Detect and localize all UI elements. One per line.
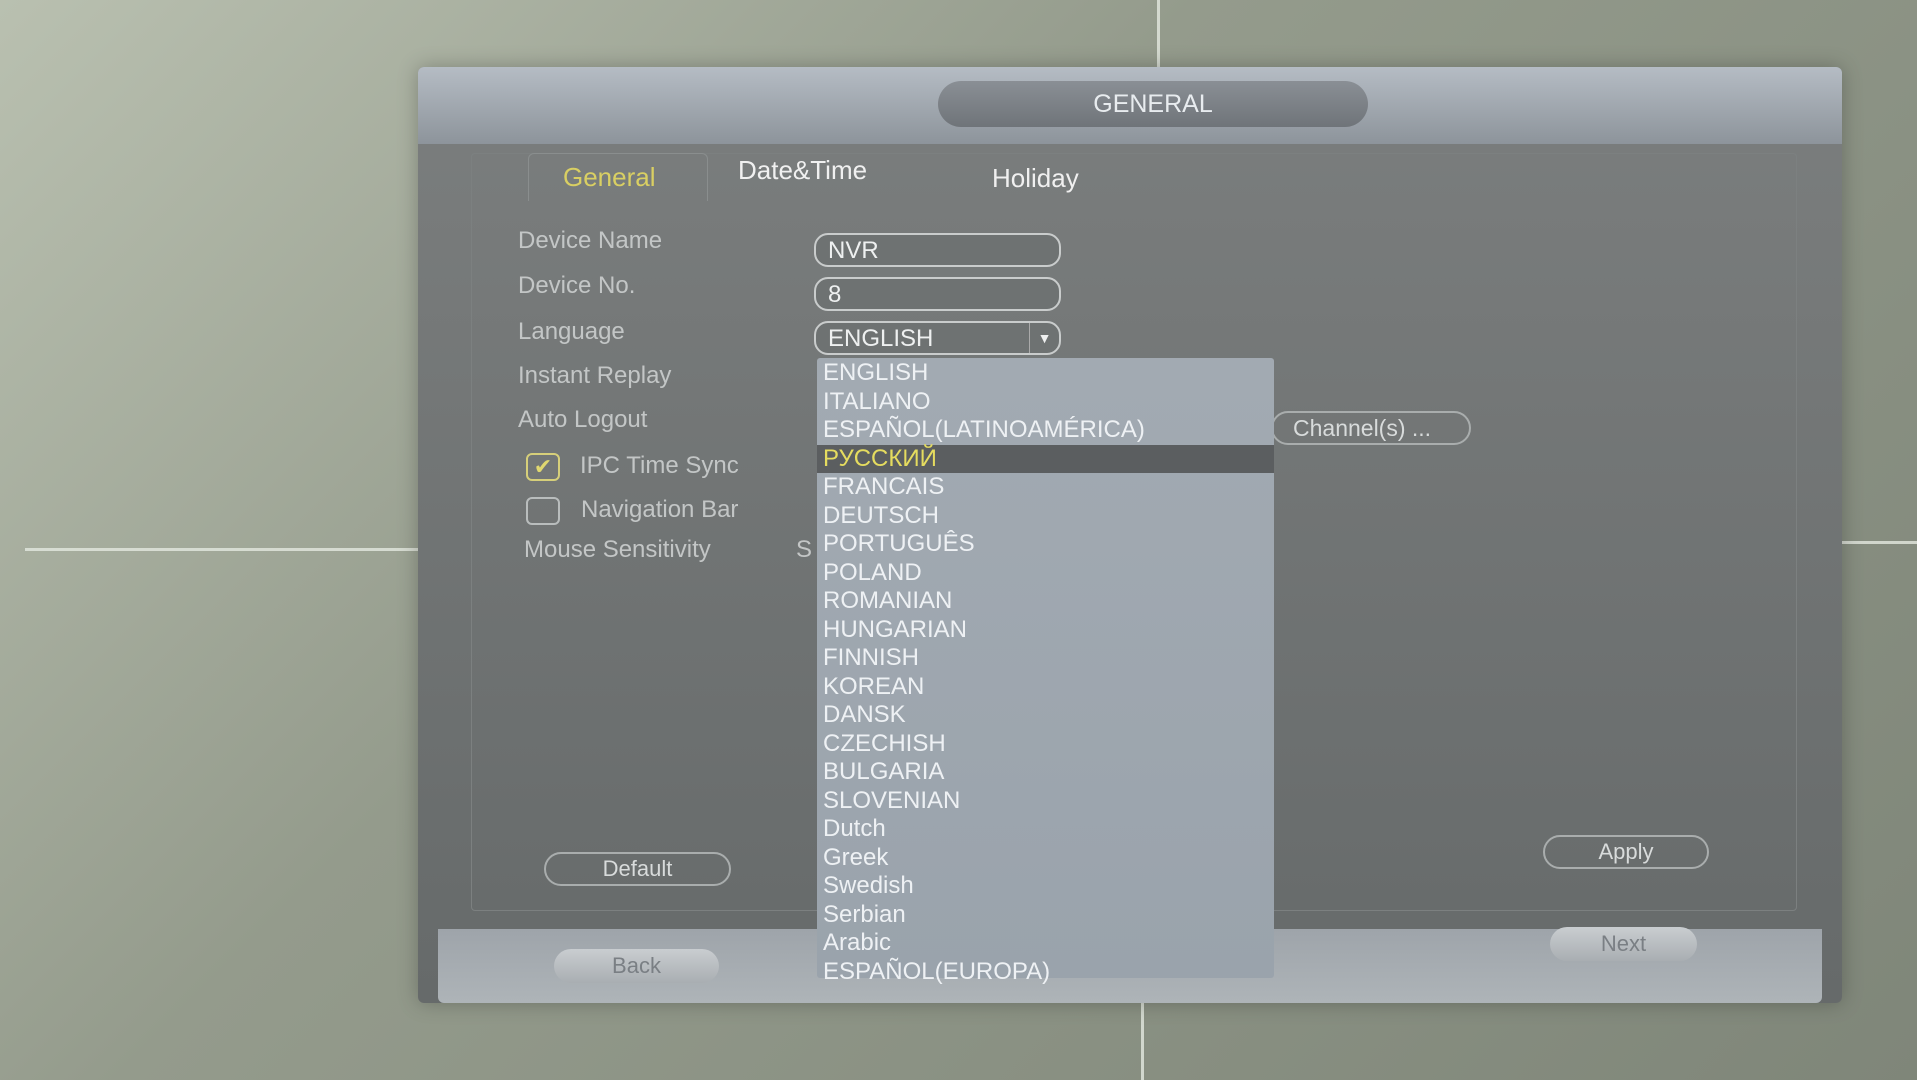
next-button[interactable]: Next	[1550, 927, 1697, 961]
language-dropdown-list[interactable]: ENGLISH ITALIANO ESPAÑOL(LATINOAMÉRICA) …	[817, 358, 1274, 985]
general-settings-window: GENERAL General Date&Time Holiday Device…	[418, 67, 1842, 1003]
window-title: GENERAL	[938, 81, 1368, 127]
tab-general[interactable]: General	[528, 153, 708, 201]
device-name-input[interactable]: NVR	[814, 233, 1061, 267]
language-option[interactable]: Swedish	[817, 872, 1274, 901]
background-line	[1141, 995, 1144, 1080]
ipc-time-sync-label: IPC Time Sync	[580, 452, 739, 479]
navigation-bar-checkbox[interactable]	[526, 497, 560, 525]
language-select[interactable]: ENGLISH ▼	[814, 321, 1061, 355]
language-label: Language	[518, 318, 625, 345]
navigation-bar-label: Navigation Bar	[581, 496, 739, 523]
language-option[interactable]: CZECHISH	[817, 730, 1274, 759]
language-option[interactable]: DANSK	[817, 701, 1274, 730]
language-option[interactable]: FINNISH	[817, 644, 1274, 673]
language-option[interactable]: PORTUGUÊS	[817, 530, 1274, 559]
tab-date-time[interactable]: Date&Time	[738, 155, 867, 186]
language-option[interactable]: KOREAN	[817, 673, 1274, 702]
language-option[interactable]: Arabic	[817, 929, 1274, 958]
language-option[interactable]: BULGARIA	[817, 758, 1274, 787]
language-option[interactable]: HUNGARIAN	[817, 616, 1274, 645]
language-option[interactable]: ESPAÑOL(EUROPA)	[817, 958, 1274, 987]
device-no-label: Device No.	[518, 272, 636, 299]
language-option[interactable]: SLOVENIAN	[817, 787, 1274, 816]
device-name-label: Device Name	[518, 227, 663, 254]
tab-holiday[interactable]: Holiday	[992, 163, 1079, 194]
auto-logout-label: Auto Logout	[518, 406, 648, 433]
ipc-time-sync-checkbox[interactable]: ✔	[526, 453, 560, 481]
default-button[interactable]: Default	[544, 852, 731, 886]
mouse-sensitivity-value[interactable]: S	[796, 536, 812, 564]
language-option-highlighted[interactable]: РУССКИЙ	[817, 444, 1274, 473]
language-option[interactable]: FRANCAIS	[817, 473, 1274, 502]
language-option[interactable]: Greek	[817, 844, 1274, 873]
language-option[interactable]: ROMANIAN	[817, 587, 1274, 616]
device-no-input[interactable]: 8	[814, 277, 1061, 311]
checkmark-icon: ✔	[533, 454, 553, 479]
language-option[interactable]: ESPAÑOL(LATINOAMÉRICA)	[817, 416, 1274, 445]
instant-replay-label: Instant Replay	[518, 362, 672, 389]
language-option[interactable]: Serbian	[817, 901, 1274, 930]
language-option[interactable]: DEUTSCH	[817, 502, 1274, 531]
language-option[interactable]: POLAND	[817, 559, 1274, 588]
language-option[interactable]: ENGLISH	[817, 359, 1274, 388]
channels-button[interactable]: Channel(s) ...	[1271, 411, 1471, 445]
title-bar: GENERAL	[418, 67, 1842, 144]
language-option[interactable]: Dutch	[817, 815, 1274, 844]
language-option[interactable]: ITALIANO	[817, 388, 1274, 417]
language-selected-value: ENGLISH	[828, 325, 934, 352]
back-button[interactable]: Back	[554, 949, 719, 983]
background-line	[25, 548, 425, 551]
chevron-down-icon[interactable]: ▼	[1029, 323, 1059, 353]
mouse-sensitivity-label: Mouse Sensitivity	[524, 536, 711, 563]
apply-button[interactable]: Apply	[1543, 835, 1709, 869]
